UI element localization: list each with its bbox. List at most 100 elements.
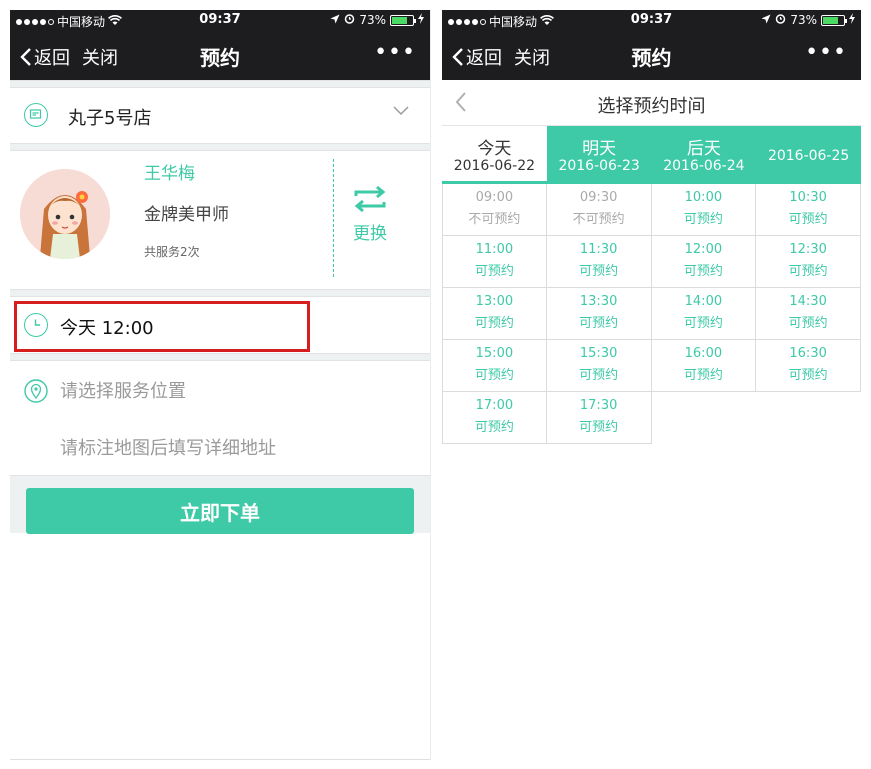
page-title: 预约 <box>631 46 672 70</box>
alarm-icon <box>775 13 786 27</box>
clock-icon <box>24 313 48 337</box>
slot-time: 11:00 <box>475 242 514 257</box>
slot-status: 可预约 <box>474 420 514 435</box>
swap-arrows-icon <box>354 185 386 213</box>
battery-icon <box>390 14 416 26</box>
address-input[interactable]: 请标注地图后填写详细地址 <box>60 434 276 460</box>
slot-status: 可预约 <box>683 368 723 383</box>
service-count: 共服务2次 <box>144 245 200 259</box>
slot-time: 11:30 <box>579 242 618 257</box>
more-button[interactable]: ••• <box>805 40 847 65</box>
time-slot[interactable]: 13:00 可预约 <box>442 288 547 340</box>
day-tab-label: 今天 <box>477 139 512 159</box>
time-slot[interactable]: 12:30 可预约 <box>756 236 861 288</box>
time-slot[interactable]: 13:30 可预约 <box>546 288 652 340</box>
section-gap <box>10 353 430 361</box>
location-input[interactable]: 请选择服务位置 <box>60 377 186 403</box>
technician-avatar[interactable] <box>20 169 110 259</box>
slot-status: 可预约 <box>683 316 723 331</box>
slot-status: 可预约 <box>788 264 828 279</box>
time-slot[interactable]: 16:30 可预约 <box>756 340 861 392</box>
slot-time: 10:00 <box>684 190 723 205</box>
time-slot[interactable]: 12:00 可预约 <box>651 236 757 288</box>
chevron-down-icon <box>393 106 409 116</box>
day-tab[interactable]: 今天 2016-06-22 <box>442 126 547 184</box>
slot-status: 可预约 <box>579 420 619 435</box>
picker-title: 选择预约时间 <box>597 96 706 117</box>
picker-header: 选择预约时间 <box>442 80 861 126</box>
day-tab-date: 2016-06-25 <box>767 148 850 164</box>
day-tab-label: 后天 <box>686 139 721 159</box>
page-title: 预约 <box>200 46 240 70</box>
time-slot[interactable]: 15:30 可预约 <box>546 340 652 392</box>
slot-time: 12:30 <box>789 242 827 257</box>
time-slot[interactable]: 11:00 可预约 <box>442 236 547 288</box>
appointment-time-row[interactable]: 今天 12:00 <box>10 297 430 353</box>
time-slot[interactable]: 17:30 可预约 <box>546 392 652 444</box>
slot-status: 可预约 <box>788 212 828 227</box>
slot-status: 可预约 <box>683 212 723 227</box>
highlight-box <box>14 301 310 352</box>
battery-percent: 73% <box>790 13 817 27</box>
swap-technician-button[interactable]: 更换 <box>350 185 390 244</box>
time-slot[interactable]: 14:30 可预约 <box>756 288 861 340</box>
slot-time: 10:30 <box>789 190 827 205</box>
store-selector[interactable]: 丸子5号店 <box>10 88 430 143</box>
slot-time: 12:00 <box>684 242 723 257</box>
time-slot[interactable]: 14:00 可预约 <box>651 288 757 340</box>
time-slot[interactable]: 15:00 可预约 <box>442 340 547 392</box>
day-tab-label: 明天 <box>582 139 617 159</box>
battery-percent: 73% <box>359 13 386 27</box>
more-button[interactable]: ••• <box>374 40 416 65</box>
slot-time: 14:00 <box>684 294 723 309</box>
submit-order-button[interactable]: 立即下单 <box>26 488 414 534</box>
location-pin-icon <box>24 379 48 403</box>
booking-screen: 中国移动 09:37 73% 返回 关闭 预约 ••• 丸子5号店 王华梅 金牌… <box>10 10 431 760</box>
time-slot[interactable]: 17:00 可预约 <box>442 392 547 444</box>
slot-time: 09:30 <box>579 190 618 205</box>
store-icon <box>24 103 48 127</box>
day-tab[interactable]: 2016-06-25 <box>756 126 861 184</box>
day-tab-date: 2016-06-24 <box>663 158 745 174</box>
day-tab-date: 2016-06-23 <box>558 158 640 174</box>
section-gap <box>10 80 430 88</box>
selected-time: 今天 12:00 <box>60 318 154 339</box>
alarm-icon <box>344 13 355 27</box>
charging-icon <box>849 13 855 27</box>
time-picker-screen: 中国移动 09:37 73% 返回 关闭 预约 ••• 选择预约时间 今天 20… <box>442 10 861 760</box>
slot-status: 可预约 <box>579 264 619 279</box>
time-slot: 09:00 不可预约 <box>442 184 547 236</box>
time-slot-grid: 09:00 不可预约 09:30 不可预约 10:00 可预约 10:30 可预约 11:00 可… <box>442 184 861 444</box>
technician-name: 王华梅 <box>144 164 195 184</box>
slot-time: 17:30 <box>579 398 618 413</box>
section-gap <box>10 289 430 297</box>
day-tab[interactable]: 后天 2016-06-24 <box>651 126 757 184</box>
slot-status: 可预约 <box>474 368 514 383</box>
slot-status: 可预约 <box>474 264 514 279</box>
slot-time: 14:30 <box>789 294 827 309</box>
slot-status: 可预约 <box>579 316 619 331</box>
slot-time: 13:30 <box>579 294 618 309</box>
day-tab-date: 2016-06-22 <box>453 158 536 174</box>
store-name: 丸子5号店 <box>68 108 152 129</box>
time-slot[interactable]: 10:30 可预约 <box>756 184 861 236</box>
time-slot[interactable]: 10:00 可预约 <box>651 184 757 236</box>
slot-status: 可预约 <box>579 368 619 383</box>
slot-status: 不可预约 <box>572 212 625 227</box>
slot-time: 13:00 <box>475 294 514 309</box>
time-slot[interactable]: 11:30 可预约 <box>546 236 652 288</box>
time-slot: 09:30 不可预约 <box>546 184 652 236</box>
status-bar: 中国移动 09:37 73% <box>442 10 861 30</box>
day-tabs: 今天 2016-06-22 明天 2016-06-23 后天 2016-06-24 2016… <box>442 126 861 184</box>
day-tab[interactable]: 明天 2016-06-23 <box>546 126 652 184</box>
slot-time: 09:00 <box>475 190 514 205</box>
slot-status: 不可预约 <box>468 212 521 227</box>
slot-status: 可预约 <box>683 264 723 279</box>
time-slot[interactable]: 16:00 可预约 <box>651 340 757 392</box>
section-gap <box>10 143 430 151</box>
dashed-divider <box>333 159 334 277</box>
swap-label: 更换 <box>353 224 387 244</box>
nav-bar: 返回 关闭 预约 ••• <box>10 30 430 80</box>
technician-title: 金牌美甲师 <box>144 205 229 225</box>
slot-status: 可预约 <box>788 368 828 383</box>
